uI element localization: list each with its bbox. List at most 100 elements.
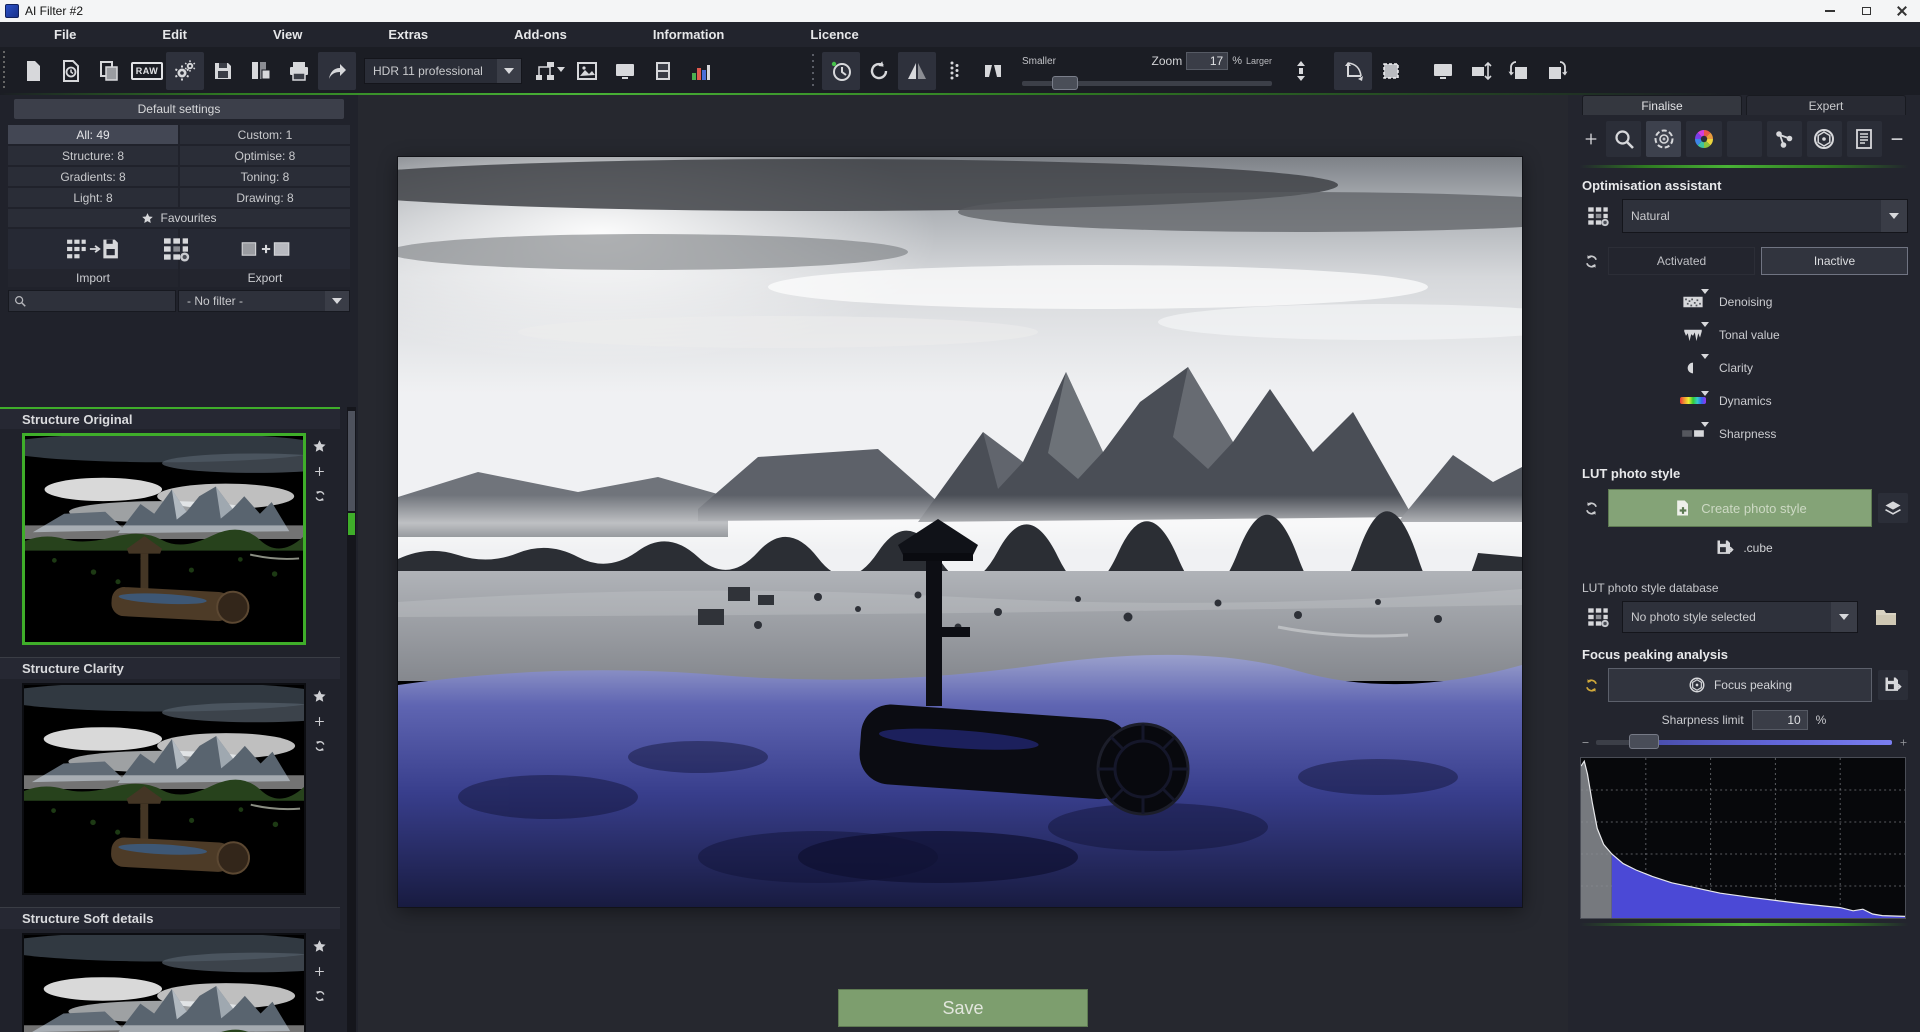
save-button[interactable]: Save [838,989,1088,1027]
batch-save-button[interactable] [242,52,280,90]
rotate-canvas-button[interactable] [1334,52,1372,90]
default-settings-button[interactable]: Default settings [14,99,344,119]
create-photo-style-button[interactable]: Create photo style [1608,489,1872,527]
export-image-button[interactable] [568,52,606,90]
optimisation-refresh-button[interactable] [1580,253,1602,270]
rotate-right-button[interactable] [1538,52,1576,90]
filter-dropdown[interactable]: - No filter - [178,290,350,312]
sharpness-slider-handle[interactable] [1629,734,1659,749]
import-button[interactable] [8,229,178,269]
focus-refresh-button[interactable] [1580,677,1602,694]
preset-browser-button[interactable] [160,233,200,265]
menu-licence[interactable]: Licence [810,27,858,42]
add-preset-icon[interactable] [313,465,326,478]
menu-file[interactable]: File [54,27,76,42]
close-button[interactable] [1884,0,1920,22]
sharpness-slider[interactable] [1596,740,1892,745]
category-all[interactable]: All: 49 [8,125,178,144]
crop-button[interactable] [1372,52,1410,90]
category-drawing[interactable]: Drawing: 8 [180,188,350,207]
filmstrip-button[interactable] [644,52,682,90]
category-custom[interactable]: Custom: 1 [180,125,350,144]
rotate-left-button[interactable] [1500,52,1538,90]
node-tool-button[interactable] [1767,121,1802,157]
lut-database-dropdown[interactable]: No photo style selected [1622,601,1858,633]
category-structure[interactable]: Structure: 8 [8,146,178,165]
import-copy-button[interactable] [90,52,128,90]
filter-settings-button[interactable] [166,52,204,90]
favourite-star-icon[interactable] [312,689,327,704]
activated-toggle[interactable]: Activated [1608,247,1755,275]
category-toning[interactable]: Toning: 8 [180,167,350,186]
zoom-slider[interactable] [1022,81,1272,86]
favourite-star-icon[interactable] [312,939,327,954]
category-gradients[interactable]: Gradients: 8 [8,167,178,186]
opt-item-dynamics[interactable]: Dynamics [1580,384,1908,417]
remove-tool-button[interactable] [1887,131,1908,147]
open-lut-folder-button[interactable] [1864,602,1908,632]
screen-view-button[interactable] [1424,52,1462,90]
style-preview-button[interactable] [1878,493,1908,523]
new-file-button[interactable] [14,52,52,90]
menu-addons[interactable]: Add-ons [514,27,567,42]
zoom-slider-handle[interactable] [1052,76,1078,90]
export-button[interactable] [180,229,350,269]
favourites-button[interactable]: Favourites [8,209,350,227]
menu-edit[interactable]: Edit [162,27,187,42]
focus-peaking-button[interactable]: Focus peaking [1608,668,1872,702]
fit-view-button[interactable] [1282,52,1320,90]
tab-expert[interactable]: Expert [1746,95,1906,115]
workflow-button[interactable] [530,52,568,90]
lut-grid-button[interactable] [1580,602,1616,632]
slider-plus-icon[interactable] [1898,738,1908,747]
magnifier-tool-button[interactable] [1606,121,1641,157]
export-cube-button[interactable]: .cube [1580,535,1908,561]
opt-item-sharpness[interactable]: Sharpness [1580,417,1908,450]
menu-information[interactable]: Information [653,27,725,42]
save-analysis-button[interactable] [1878,670,1908,700]
project-preset-dropdown[interactable]: HDR 11 professional [364,58,522,84]
toolbar-drag-handle[interactable] [2,51,6,91]
flip-horizontal-button[interactable] [898,52,936,90]
slideshow-button[interactable] [606,52,644,90]
preset-search-input[interactable] [8,290,176,312]
menu-extras[interactable]: Extras [388,27,428,42]
preset-grid-button[interactable] [1580,201,1616,231]
raw-import-button[interactable]: RAW [128,52,166,90]
zoom-input[interactable] [1186,52,1228,70]
opt-item-tonal-value[interactable]: Tonal value [1580,318,1908,351]
add-preset-icon[interactable] [313,965,326,978]
category-light[interactable]: Light: 8 [8,188,178,207]
resize-button[interactable] [1462,52,1500,90]
preset-thumbnail-structure-original[interactable] [22,433,306,645]
slider-minus-icon[interactable] [1580,738,1590,747]
save-file-button[interactable] [204,52,242,90]
export-share-button[interactable] [318,52,356,90]
preset-thumbnail-structure-soft-details[interactable] [22,933,306,1032]
timer-button[interactable] [822,52,860,90]
refresh-preset-icon[interactable] [313,739,327,753]
recalculate-button[interactable] [860,52,898,90]
histogram-button[interactable] [682,52,720,90]
inactive-toggle[interactable]: Inactive [1761,247,1908,275]
tab-finalise[interactable]: Finalise [1582,95,1742,115]
optimisation-preset-dropdown[interactable]: Natural [1622,199,1908,233]
main-preview-image[interactable] [398,157,1522,907]
add-preset-icon[interactable] [313,715,326,728]
print-button[interactable] [280,52,318,90]
add-tool-button[interactable] [1580,131,1601,147]
aperture-tool-button[interactable] [1807,121,1842,157]
opt-item-denoising[interactable]: Denoising [1580,285,1908,318]
colour-wheel-tool-button[interactable] [1686,121,1721,157]
preset-thumbnail-structure-clarity[interactable] [22,683,306,895]
opt-item-clarity[interactable]: Clarity [1580,351,1908,384]
category-optimise[interactable]: Optimise: 8 [180,146,350,165]
refresh-preset-icon[interactable] [313,489,327,503]
open-recent-button[interactable] [52,52,90,90]
refresh-preset-icon[interactable] [313,989,327,1003]
lut-refresh-button[interactable] [1580,500,1602,517]
scrollbar-thumb[interactable] [348,411,355,511]
favourite-star-icon[interactable] [312,439,327,454]
split-view-button[interactable] [974,52,1012,90]
preset-list-scrollbar[interactable] [347,407,356,1032]
